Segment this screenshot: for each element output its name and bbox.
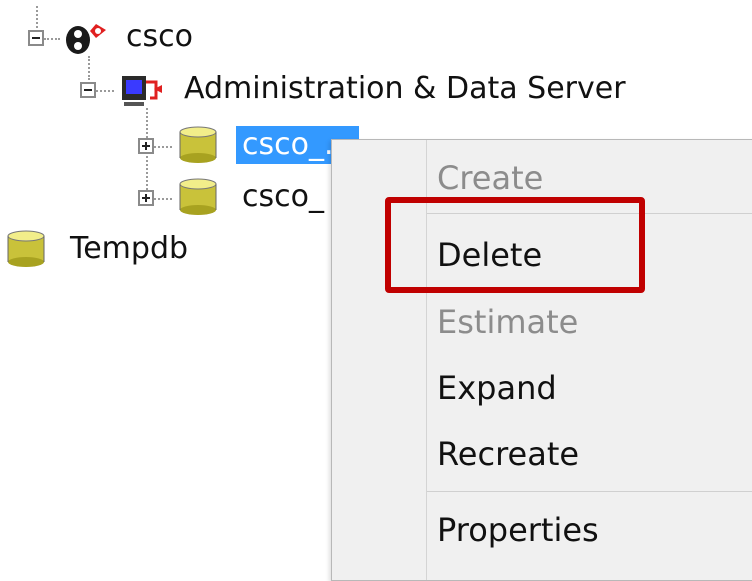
server-group-icon (60, 18, 116, 62)
database-icon (4, 228, 48, 272)
collapse-toggle-admin-server[interactable] (80, 82, 96, 98)
menu-item-properties[interactable]: Properties (437, 510, 599, 550)
delete-highlight-annotation (385, 197, 645, 293)
database-icon (176, 124, 220, 168)
menu-item-expand[interactable]: Expand (437, 368, 557, 408)
tree-connector (36, 6, 38, 32)
menu-item-recreate[interactable]: Recreate (437, 434, 579, 474)
menu-item-estimate: Estimate (437, 303, 579, 341)
database-icon (176, 176, 220, 220)
expand-toggle-db2[interactable] (138, 190, 154, 206)
menu-separator (427, 491, 752, 492)
tree-node-tempdb-label[interactable]: Tempdb (70, 230, 188, 268)
tree-connector (154, 146, 172, 148)
tree-connector (44, 38, 60, 40)
admin-server-icon (118, 72, 164, 112)
menu-item-create: Create (437, 159, 544, 197)
tree-connector (96, 90, 114, 92)
tree-node-db2-label[interactable]: csco_ (242, 178, 324, 216)
tree-node-root-label[interactable]: csco (126, 18, 193, 56)
tree-node-admin-server-label[interactable]: Administration & Data Server (184, 70, 626, 108)
collapse-toggle-root[interactable] (28, 30, 44, 46)
expand-toggle-db1[interactable] (138, 138, 154, 154)
tree-connector (154, 198, 172, 200)
